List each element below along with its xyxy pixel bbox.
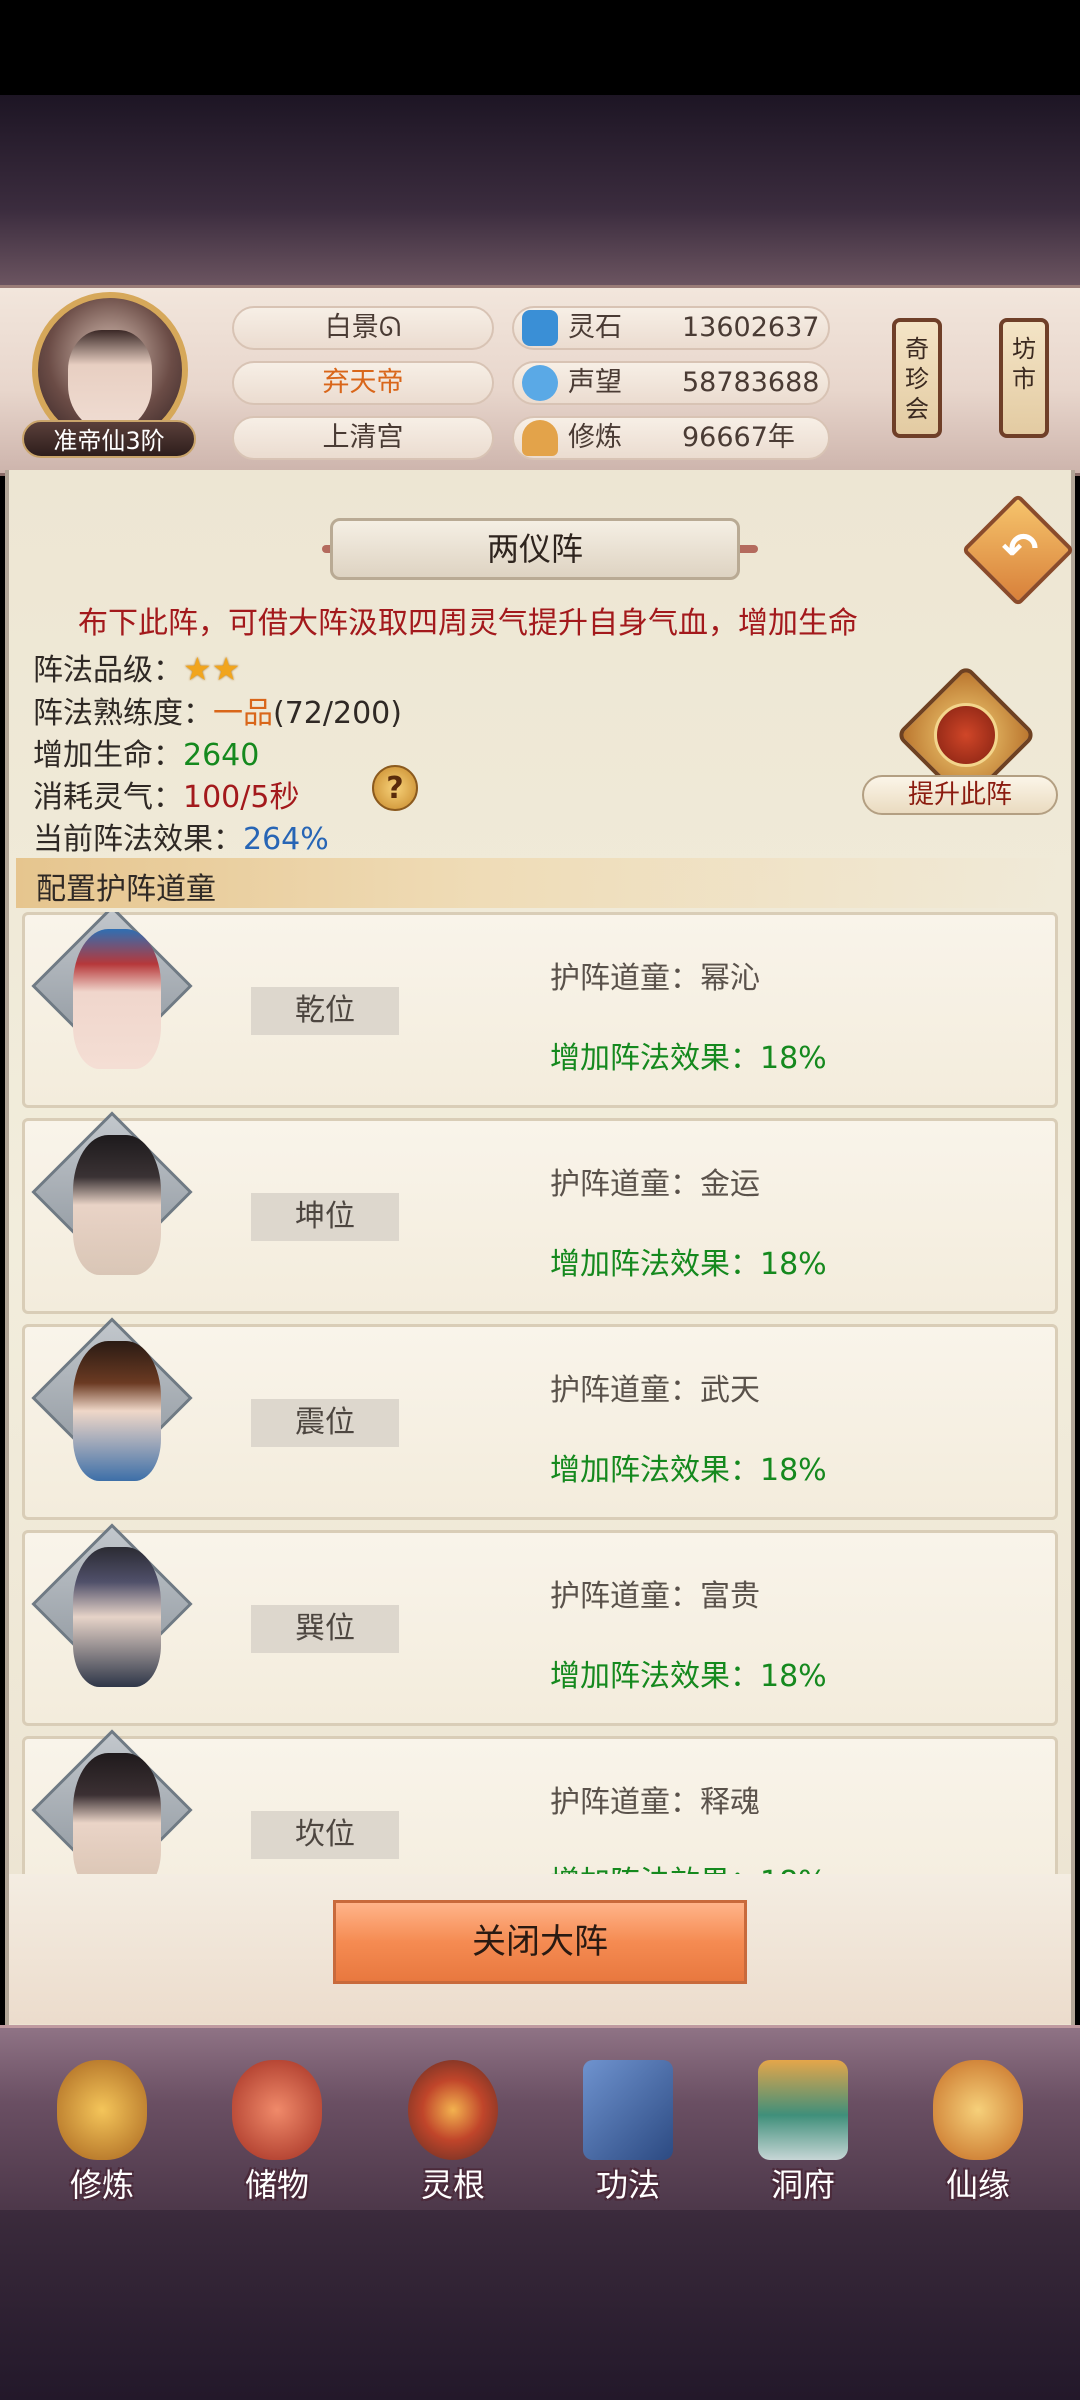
nav-label: 功法 bbox=[595, 2166, 660, 2204]
hp-value: 2640 bbox=[183, 738, 260, 773]
nav-label: 洞府 bbox=[770, 2166, 835, 2204]
market-button[interactable]: 坊市 bbox=[999, 318, 1049, 438]
nav-storage[interactable]: 储物 bbox=[207, 2060, 347, 2204]
guardian-portrait-icon[interactable] bbox=[73, 1753, 161, 1874]
meditation-icon bbox=[522, 420, 558, 456]
nav-label: 仙缘 bbox=[945, 2166, 1010, 2204]
guardian-portrait-icon[interactable] bbox=[73, 1135, 161, 1275]
nav-label: 灵根 bbox=[420, 2166, 485, 2204]
stat-cultivation: 修炼 96667年 bbox=[512, 416, 830, 460]
position-label: 坎位 bbox=[251, 1811, 399, 1859]
stat-spirit-stone: 灵石 13602637 bbox=[512, 306, 830, 350]
cave-dwelling-icon[interactable] bbox=[758, 2060, 848, 2160]
cost-value: 100/5秒 bbox=[183, 780, 300, 815]
guardian-bonus: 增加阵法效果：18% bbox=[550, 1247, 827, 1282]
stat-label: 声望 bbox=[568, 367, 622, 398]
stat-value: 96667年 bbox=[682, 422, 795, 453]
avatar-face-icon bbox=[68, 330, 152, 430]
formation-effect: 当前阵法效果：264% bbox=[33, 814, 329, 858]
player-name: 白景ᘏ bbox=[232, 306, 494, 350]
guardian-name: 护阵道童：金运 bbox=[550, 1167, 760, 1202]
proficiency-progress: (72/200) bbox=[273, 696, 402, 731]
effect-label: 当前阵法效果： bbox=[33, 822, 243, 857]
effect-value: 264% bbox=[243, 822, 329, 857]
guardian-portrait-icon[interactable] bbox=[73, 1341, 161, 1481]
guardian-list[interactable]: 乾位 护阵道童：幂沁 增加阵法效果：18% 坤位 护阵道童：金运 增加阵法效果：… bbox=[22, 912, 1060, 1874]
guardian-name: 护阵道童：富贵 bbox=[550, 1579, 760, 1614]
guardian-card[interactable]: 坎位 护阵道童：释魂 增加阵法效果：18% bbox=[22, 1729, 1058, 1874]
spirit-root-icon[interactable] bbox=[408, 2060, 498, 2160]
nav-technique[interactable]: 功法 bbox=[558, 2060, 698, 2204]
cultivation-icon[interactable] bbox=[57, 2060, 147, 2160]
stat-label: 修炼 bbox=[568, 422, 622, 453]
guardian-name: 护阵道童：幂沁 bbox=[550, 961, 760, 996]
position-label: 坤位 bbox=[251, 1193, 399, 1241]
guardian-bonus: 增加阵法效果：18% bbox=[550, 1041, 827, 1076]
guardian-portrait-icon[interactable] bbox=[73, 929, 161, 1069]
upgrade-formation-button[interactable]: 提升此阵 bbox=[862, 775, 1058, 815]
guardian-card[interactable]: 坤位 护阵道童：金运 增加阵法效果：18% bbox=[22, 1111, 1058, 1314]
formation-grade: 阵法品级：★★ bbox=[33, 645, 240, 689]
stat-value: 13602637 bbox=[682, 312, 820, 343]
guardian-name: 护阵道童：武天 bbox=[550, 1373, 760, 1408]
nav-destiny[interactable]: 仙缘 bbox=[908, 2060, 1048, 2204]
treasure-fair-button[interactable]: 奇珍会 bbox=[892, 318, 942, 438]
help-icon[interactable]: ? bbox=[372, 765, 418, 811]
stat-label: 灵石 bbox=[568, 312, 622, 343]
proficiency-level: 一品 bbox=[213, 696, 273, 731]
close-formation-button[interactable]: 关闭大阵 bbox=[333, 1900, 747, 1984]
bottom-background bbox=[0, 2210, 1080, 2400]
stat-value: 58783688 bbox=[682, 367, 820, 398]
guardian-card[interactable]: 巽位 护阵道童：富贵 增加阵法效果：18% bbox=[22, 1523, 1058, 1726]
player-rank: 准帝仙3阶 bbox=[22, 420, 196, 458]
reputation-icon bbox=[522, 365, 558, 401]
guardian-bonus: 增加阵法效果：18% bbox=[550, 1857, 827, 1874]
nav-cultivation[interactable]: 修炼 bbox=[32, 2060, 172, 2204]
hp-label: 增加生命： bbox=[33, 738, 183, 773]
star-icon: ★ bbox=[211, 650, 241, 688]
formation-description: 布下此阵，可借大阵汲取四周灵气提升自身气血，增加生命 bbox=[78, 606, 858, 641]
position-label: 乾位 bbox=[251, 987, 399, 1035]
status-bar-area bbox=[0, 0, 1080, 95]
player-title: 弃天帝 bbox=[232, 361, 494, 405]
nav-cave[interactable]: 洞府 bbox=[733, 2060, 873, 2204]
formation-hp: 增加生命：2640 bbox=[33, 730, 259, 774]
storage-bag-icon[interactable] bbox=[232, 2060, 322, 2160]
top-decoration bbox=[0, 95, 1080, 285]
guardian-name: 护阵道童：释魂 bbox=[550, 1785, 760, 1820]
stat-reputation: 声望 58783688 bbox=[512, 361, 830, 405]
cost-label: 消耗灵气： bbox=[33, 780, 183, 815]
formation-proficiency: 阵法熟练度：一品(72/200) bbox=[33, 688, 402, 732]
technique-book-icon[interactable] bbox=[583, 2060, 673, 2160]
position-label: 震位 bbox=[251, 1399, 399, 1447]
nav-label: 修炼 bbox=[69, 2166, 134, 2204]
destiny-gourd-icon[interactable] bbox=[933, 2060, 1023, 2160]
nav-spirit-root[interactable]: 灵根 bbox=[383, 2060, 523, 2204]
back-arrow-icon[interactable]: ↶ bbox=[990, 520, 1050, 580]
formation-title: 两仪阵 bbox=[330, 518, 740, 580]
guardian-card[interactable]: 震位 护阵道童：武天 增加阵法效果：18% bbox=[22, 1317, 1058, 1520]
guardian-portrait-icon[interactable] bbox=[73, 1547, 161, 1687]
guardian-card[interactable]: 乾位 护阵道童：幂沁 增加阵法效果：18% bbox=[22, 912, 1058, 1108]
position-label: 巽位 bbox=[251, 1605, 399, 1653]
grade-label: 阵法品级： bbox=[33, 653, 183, 688]
proficiency-label: 阵法熟练度： bbox=[33, 696, 213, 731]
guardian-bonus: 增加阵法效果：18% bbox=[550, 1659, 827, 1694]
star-icon: ★ bbox=[183, 650, 212, 688]
spirit-stone-icon bbox=[522, 310, 558, 346]
trident-icon[interactable] bbox=[934, 703, 998, 767]
player-sect: 上清宫 bbox=[232, 416, 494, 460]
formation-cost: 消耗灵气：100/5秒 bbox=[33, 772, 299, 816]
guardian-bonus: 增加阵法效果：18% bbox=[550, 1453, 827, 1488]
nav-label: 储物 bbox=[244, 2166, 309, 2204]
section-title: 配置护阵道童 bbox=[36, 872, 216, 907]
